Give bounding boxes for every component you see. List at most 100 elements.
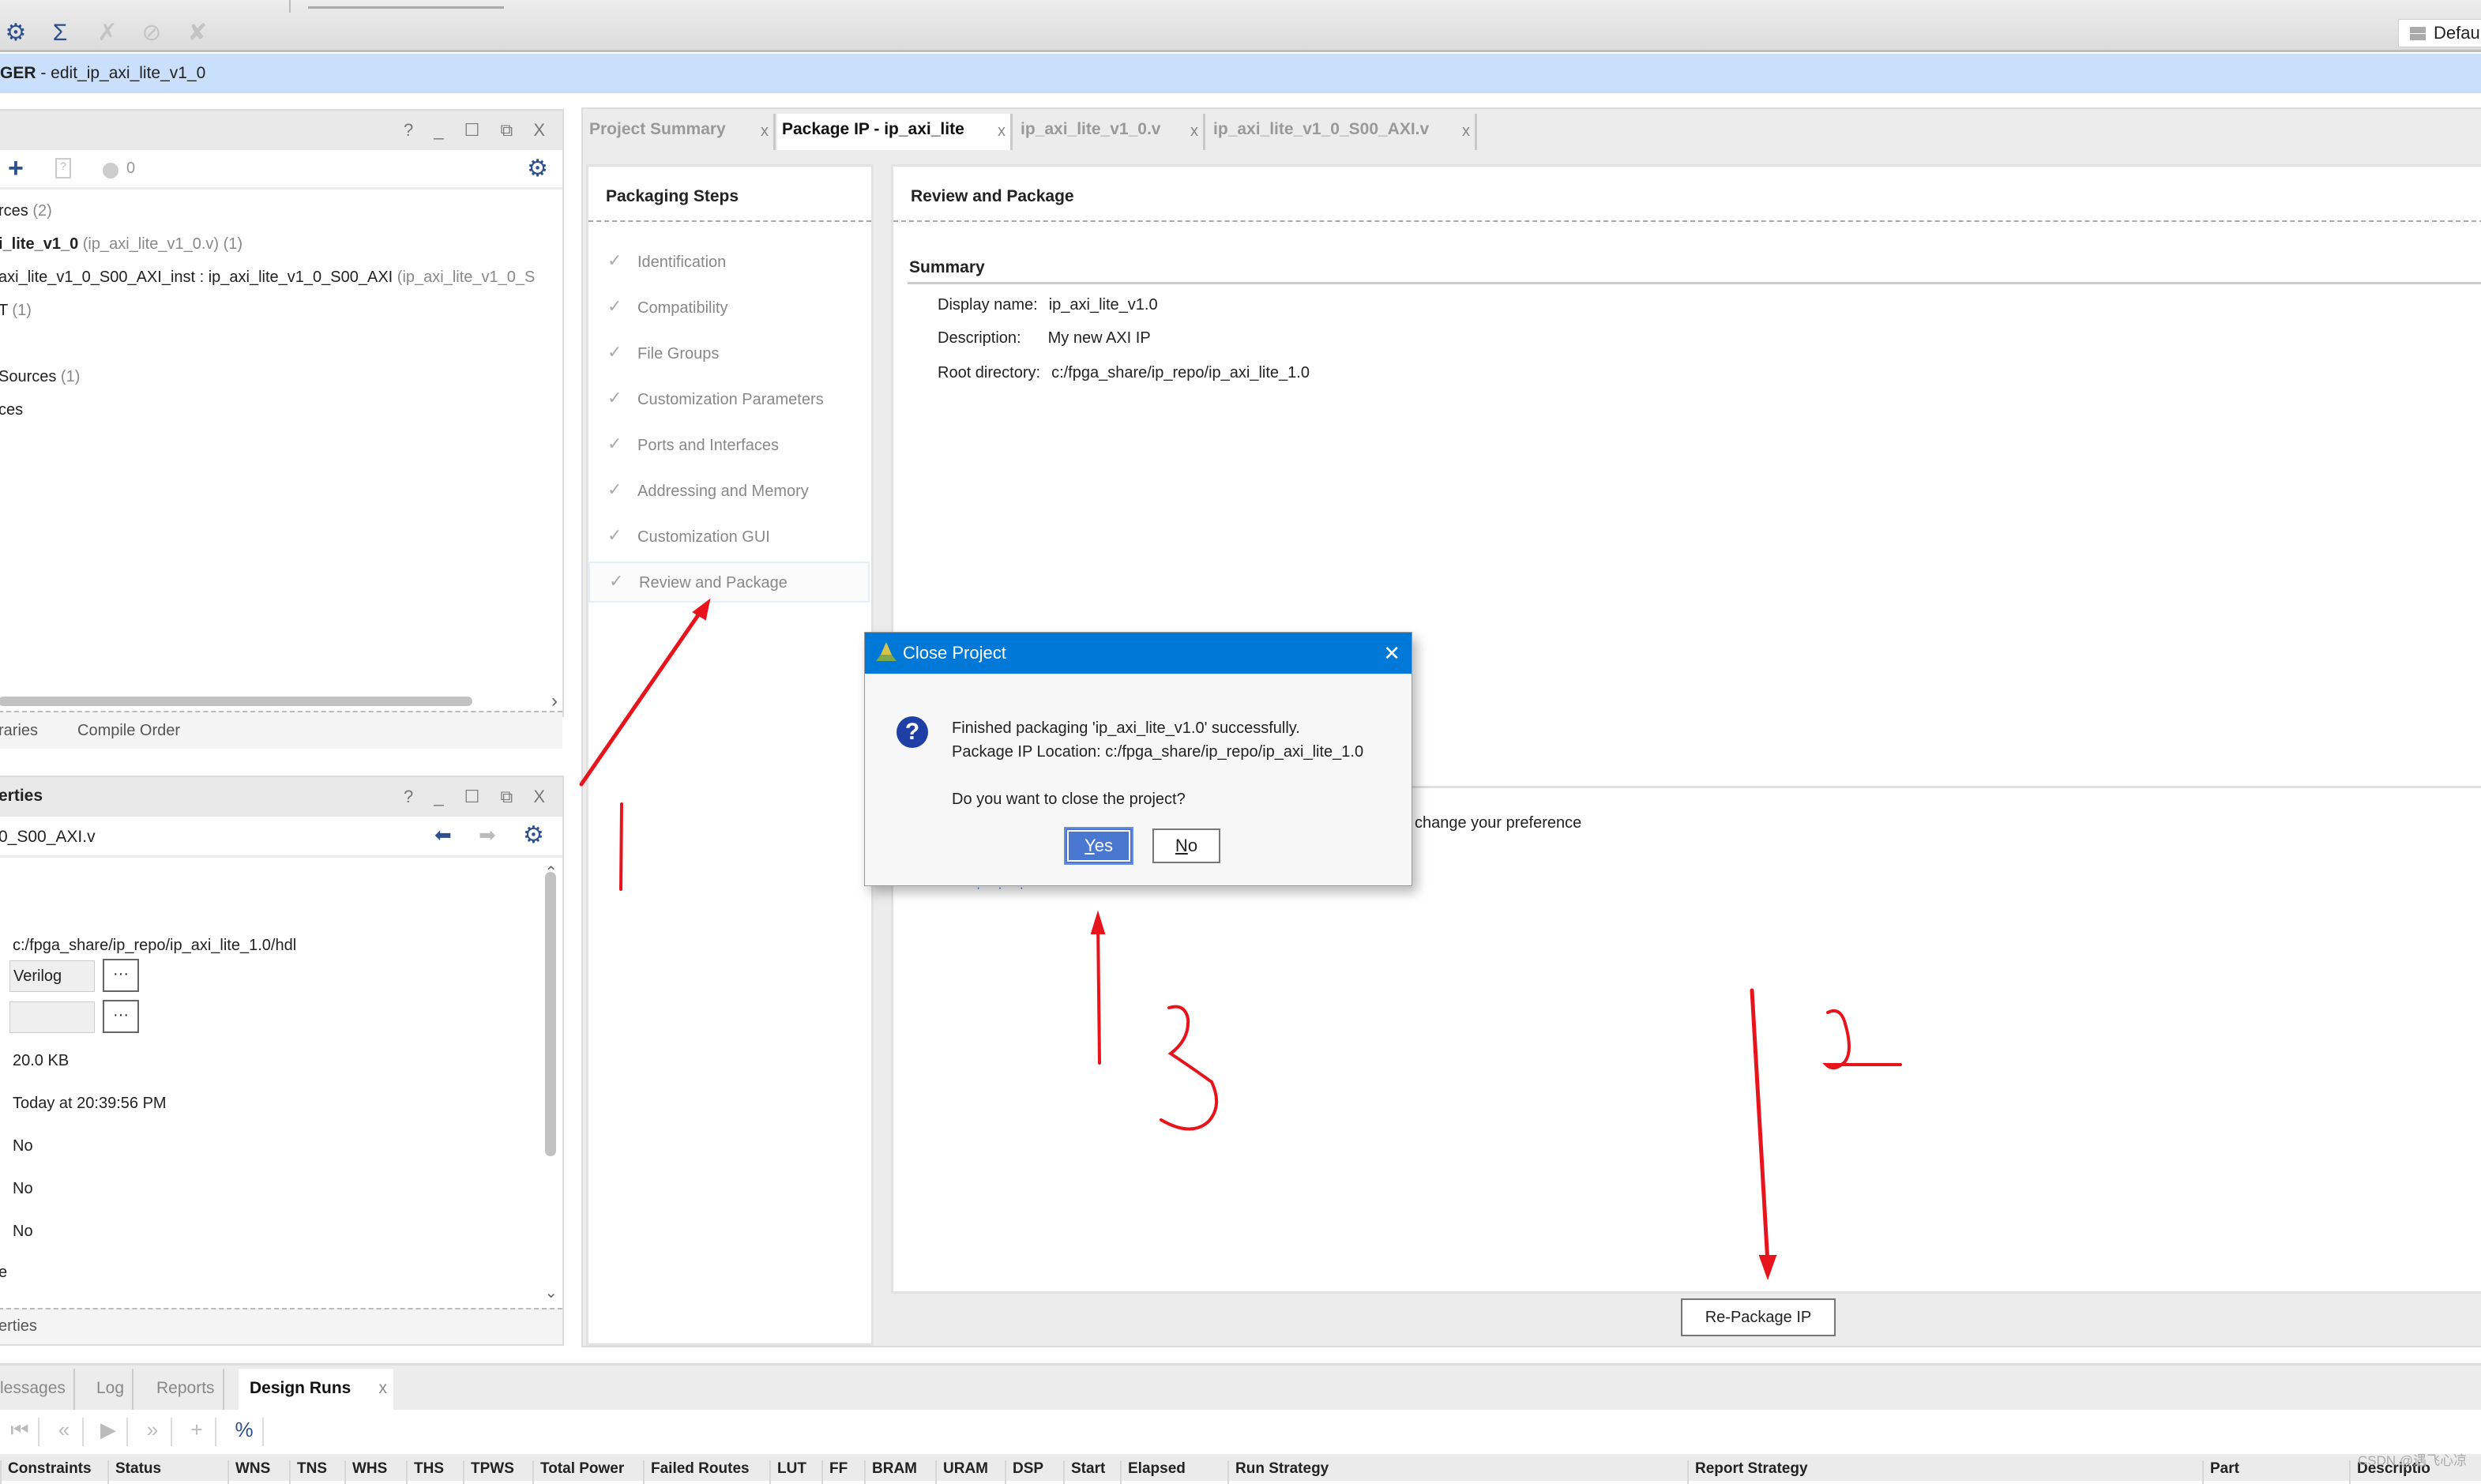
column-header[interactable]: FF <box>821 1460 848 1484</box>
column-header[interactable]: WNS <box>227 1460 270 1484</box>
tab-messages[interactable]: lessages <box>0 1369 75 1410</box>
tree-item[interactable]: T (1) <box>0 302 32 320</box>
step-identification[interactable]: ✓ Identification <box>588 242 870 284</box>
issue-count: 0 <box>126 160 136 177</box>
properties-settings-icon[interactable]: ⚙ <box>523 821 544 849</box>
close-tab-icon[interactable]: x <box>1190 115 1198 147</box>
layout-select[interactable]: Default <box>2398 19 2481 47</box>
column-header[interactable]: THS <box>406 1460 444 1484</box>
column-header[interactable]: Failed Routes <box>643 1460 750 1484</box>
step-customization-parameters[interactable]: ✓ Customization Parameters <box>588 380 870 421</box>
run-icon[interactable]: ▶ <box>90 1418 128 1446</box>
tree-item[interactable]: Sources (1) <box>0 368 80 386</box>
tab-package-ip[interactable]: Package IP - ip_axi_lite x <box>777 114 1013 150</box>
first-icon[interactable]: ⏮ <box>2 1418 39 1446</box>
sources-settings-icon[interactable]: ⚙ <box>527 155 548 182</box>
close-icon[interactable]: ✕ <box>1383 633 1400 674</box>
scroll-right-icon[interactable]: › <box>551 690 558 712</box>
vivado-logo-icon <box>876 642 897 661</box>
flag-value: No <box>13 1180 33 1197</box>
column-header[interactable]: Elapsed <box>1120 1460 1186 1484</box>
tab-properties[interactable]: erties <box>0 1317 37 1335</box>
check-icon: ✓ <box>609 571 624 591</box>
next-icon[interactable]: » <box>134 1418 172 1446</box>
column-header[interactable]: Total Power <box>532 1460 624 1484</box>
watermark: CSDN @遇飞心凉 <box>2358 1453 2468 1468</box>
tree-item[interactable]: rces (2) <box>0 202 52 220</box>
library-field[interactable] <box>9 1001 95 1033</box>
settings-icon[interactable]: ⚙ <box>0 19 32 47</box>
editor-tabs: Project Summary x Package IP - ip_axi_lit… <box>583 109 2481 150</box>
dialog-title-bar[interactable]: Close Project ✕ <box>865 633 1412 674</box>
column-header[interactable]: Run Strategy <box>1227 1460 1329 1484</box>
tab-libraries[interactable]: raries <box>0 722 38 740</box>
step-addressing-and-memory[interactable]: ✓ Addressing and Memory <box>588 471 870 513</box>
column-header[interactable]: Status <box>107 1460 161 1484</box>
divider <box>588 220 871 222</box>
root-directory-row: Root directory: c:/fpga_share/ip_repo/ip_… <box>938 364 1310 381</box>
sigma-icon[interactable]: Σ <box>44 19 76 47</box>
column-header[interactable]: LUT <box>769 1460 806 1484</box>
tab-design-runs[interactable]: Design Runs x <box>239 1369 393 1410</box>
step-ports-and-interfaces[interactable]: ✓ Ports and Interfaces <box>588 426 870 467</box>
unknown-file-icon[interactable]: ? <box>55 158 71 178</box>
project-banner: GER - edit_ip_axi_lite_v1_0 <box>0 54 2481 93</box>
percent-icon[interactable]: % <box>226 1418 264 1446</box>
display-name-row: Display name: ip_axi_lite_v1.0 <box>938 296 1158 314</box>
file-type-more-button[interactable]: ··· <box>103 959 139 992</box>
link-fragment[interactable]: ··· <box>976 881 1041 896</box>
column-header[interactable]: Part <box>2202 1460 2239 1484</box>
panel-window-controls[interactable]: ? _ ☐ ⧉ X <box>404 787 553 807</box>
tree-item[interactable]: axi_lite_v1_0_S00_AXI_inst : ip_axi_lite… <box>0 269 535 287</box>
step-review-and-package[interactable]: ✓ Review and Package <box>588 562 870 603</box>
step-customization-gui[interactable]: ✓ Customization GUI <box>588 517 870 558</box>
close-tab-icon[interactable]: x <box>1462 115 1470 147</box>
tab-reports[interactable]: Reports <box>147 1369 224 1410</box>
step-file-groups[interactable]: ✓ File Groups <box>588 334 870 375</box>
summary-title: Summary <box>909 258 985 276</box>
close-tab-icon[interactable]: x <box>761 115 769 147</box>
check-icon: ✓ <box>607 434 622 453</box>
close-tab-icon[interactable]: x <box>998 115 1006 147</box>
horizontal-scrollbar[interactable] <box>0 697 472 706</box>
library-more-button[interactable]: ··· <box>103 1000 139 1033</box>
disabled-tool-icon-3[interactable]: ✘ <box>182 19 213 47</box>
step-compatibility[interactable]: ✓ Compatibility <box>588 288 870 329</box>
column-header[interactable]: TPWS <box>463 1460 514 1484</box>
bottom-panel: lessages Log Reports Design Runs x ⏮ « ▶ … <box>0 1363 2481 1484</box>
column-header[interactable]: Start <box>1063 1460 1105 1484</box>
disabled-tool-icon-1[interactable]: ✗ <box>92 19 123 47</box>
column-header[interactable]: Constraints <box>0 1460 92 1484</box>
column-header[interactable]: TNS <box>289 1460 327 1484</box>
vertical-scrollbar[interactable] <box>545 872 556 1156</box>
column-header[interactable]: WHS <box>344 1460 387 1484</box>
scroll-down-icon[interactable]: ⌄ <box>544 1283 558 1302</box>
review-footer: Re-Package IP <box>891 1294 2481 1346</box>
tree-item[interactable]: ces <box>0 401 23 419</box>
forward-arrow-icon[interactable]: ➡ <box>479 823 496 847</box>
sources-tabs: raries Compile Order <box>0 711 562 749</box>
close-tab-icon[interactable]: x <box>379 1369 388 1408</box>
tab-compile-order[interactable]: Compile Order <box>77 722 180 740</box>
back-arrow-icon[interactable]: ⬅ <box>434 823 452 847</box>
layout-select-value: Default <box>2434 23 2481 43</box>
re-package-ip-button[interactable]: Re-Package IP <box>1681 1298 1836 1336</box>
tab-project-summary[interactable]: Project Summary x <box>585 114 776 150</box>
column-header[interactable]: URAM <box>935 1460 988 1484</box>
add-source-icon[interactable]: + <box>8 153 24 184</box>
column-header[interactable]: BRAM <box>864 1460 917 1484</box>
column-header[interactable]: DSP <box>1005 1460 1043 1484</box>
tree-item[interactable]: i_lite_v1_0 (ip_axi_lite_v1_0.v) (1) <box>0 235 242 254</box>
column-header[interactable]: Report Strategy <box>1687 1460 1808 1484</box>
yes-button[interactable]: Yes <box>1064 827 1133 865</box>
disabled-tool-icon-2[interactable]: ⊘ <box>136 19 167 47</box>
tab-ip-axi-lite-v[interactable]: ip_axi_lite_v1_0.v x <box>1016 114 1205 150</box>
tab-log[interactable]: Log <box>88 1369 134 1410</box>
add-icon[interactable]: + <box>179 1418 216 1446</box>
tab-ip-axi-lite-s00-axi-v[interactable]: ip_axi_lite_v1_0_S00_AXI.v x <box>1209 114 1477 150</box>
no-button[interactable]: No <box>1152 828 1220 863</box>
panel-window-controls[interactable]: ? _ ☐ ⧉ X <box>404 120 553 141</box>
file-type-field[interactable]: Verilog <box>9 960 95 992</box>
preference-text: change your preference <box>1415 814 1582 832</box>
previous-icon[interactable]: « <box>46 1418 84 1446</box>
